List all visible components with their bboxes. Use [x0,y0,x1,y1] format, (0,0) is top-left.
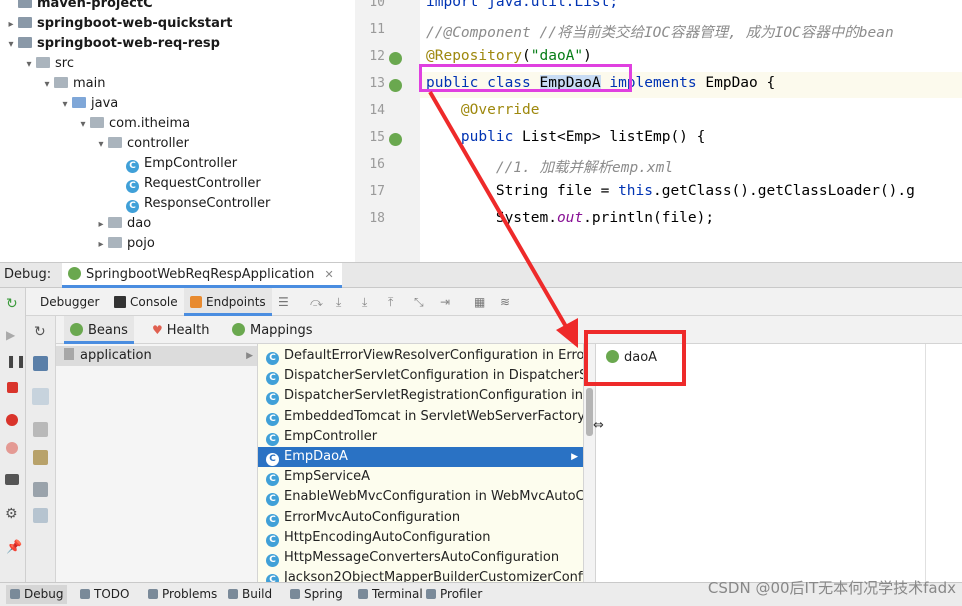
status-tab[interactable]: Problems [148,587,217,601]
status-tab-label: Spring [304,587,343,601]
status-tab-label: Profiler [440,587,483,601]
watermark: CSDN @00后IT无本何况学技术fadx [707,579,956,597]
status-tab-label: Problems [162,587,218,601]
status-tab[interactable]: TODO [80,587,129,601]
status-tab-icon [358,589,368,599]
status-tab[interactable]: Debug [6,585,68,604]
status-tab-icon [80,589,90,599]
status-tab-icon [426,589,436,599]
status-tab[interactable]: Spring [290,587,343,601]
status-tab-icon [10,589,20,599]
red-arrow [428,90,578,348]
status-tab-label: TODO [94,587,130,601]
status-tab-icon [148,589,158,599]
status-tab-label: Build [242,587,273,601]
status-tab[interactable]: Profiler [426,587,482,601]
status-tab[interactable]: Build [228,587,272,601]
status-tab-icon [290,589,300,599]
status-tab-icon [228,589,238,599]
status-bar: Debug TODO Problems Build Spring Terminal Prof… [0,579,962,606]
status-tab-label: Debug [24,587,64,601]
status-tab[interactable]: Terminal [358,587,423,601]
status-tab-label: Terminal [372,587,423,601]
